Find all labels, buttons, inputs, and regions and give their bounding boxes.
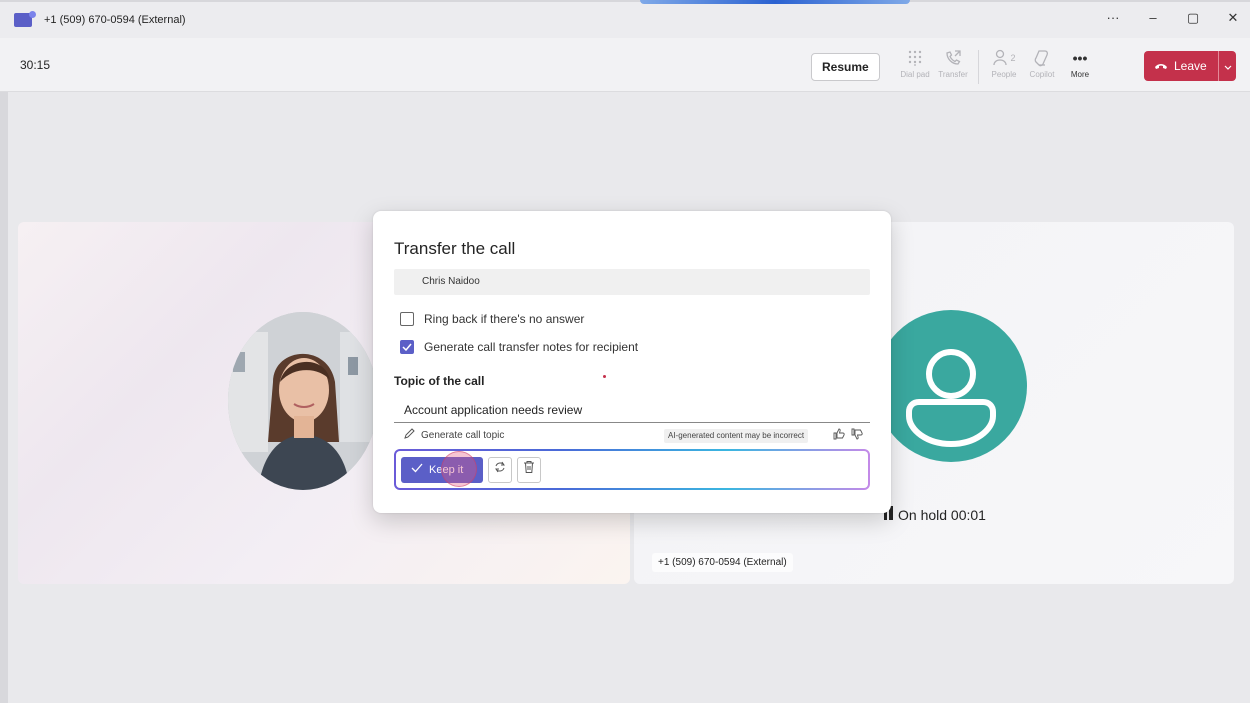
leave-label: Leave bbox=[1174, 59, 1207, 73]
leave-button[interactable]: Leave bbox=[1144, 59, 1218, 73]
people-button[interactable]: 2 People bbox=[985, 46, 1023, 84]
click-indicator bbox=[441, 450, 477, 487]
participant-video-avatar bbox=[228, 312, 378, 490]
dialpad-button[interactable]: Dial pad bbox=[896, 46, 934, 84]
generate-notes-label: Generate call transfer notes for recipie… bbox=[424, 340, 639, 354]
dialpad-label: Dial pad bbox=[900, 70, 930, 79]
resume-button[interactable]: Resume bbox=[811, 53, 880, 81]
window-more-button[interactable]: ··· bbox=[1106, 10, 1120, 26]
recipient-field[interactable]: Chris Naidoo bbox=[394, 269, 870, 295]
window-controls: ··· – ▢ ✕ bbox=[1106, 10, 1240, 26]
thumbs-down-icon[interactable] bbox=[851, 427, 863, 445]
close-button[interactable]: ✕ bbox=[1226, 10, 1240, 26]
teams-logo-icon bbox=[14, 11, 36, 27]
dialpad-icon bbox=[908, 46, 922, 70]
more-icon: ••• bbox=[1072, 50, 1088, 66]
generate-notes-checkbox[interactable] bbox=[400, 340, 414, 354]
left-edge bbox=[0, 92, 8, 703]
title-bar-accent bbox=[640, 0, 910, 4]
transfer-dialog: Transfer the call Chris Naidoo Ring back… bbox=[373, 211, 891, 513]
leave-options-button[interactable] bbox=[1218, 51, 1236, 81]
more-button[interactable]: ••• More bbox=[1061, 46, 1099, 84]
delete-button[interactable] bbox=[517, 456, 541, 483]
feedback-buttons bbox=[833, 427, 863, 445]
participant-name-label: +1 (509) 670-0594 (External) bbox=[652, 553, 793, 572]
toolbar-divider bbox=[978, 50, 979, 84]
copilot-button[interactable]: Copilot bbox=[1023, 46, 1061, 84]
call-toolbar: 30:15 Resume Dial pad Transfer 2 People … bbox=[0, 38, 1250, 92]
minimize-button[interactable]: – bbox=[1146, 10, 1160, 26]
people-count: 2 bbox=[1010, 53, 1016, 63]
call-timer: 30:15 bbox=[20, 58, 51, 72]
required-indicator bbox=[603, 375, 606, 378]
people-label: People bbox=[991, 70, 1017, 79]
keep-it-button[interactable]: Keep it bbox=[401, 450, 483, 487]
checkmark-icon bbox=[402, 343, 412, 351]
checkmark-icon bbox=[411, 463, 423, 476]
copilot-icon bbox=[1033, 46, 1051, 70]
ring-back-option[interactable]: Ring back if there's no answer bbox=[400, 312, 584, 326]
person-icon bbox=[906, 349, 996, 448]
ai-suggestion-actions-inner: Keep it bbox=[396, 450, 868, 488]
hold-status: On hold 00:01 bbox=[884, 506, 986, 523]
thumbs-up-icon[interactable] bbox=[833, 427, 845, 445]
copilot-label: Copilot bbox=[1029, 70, 1055, 79]
transfer-label: Transfer bbox=[938, 70, 968, 79]
ring-back-label: Ring back if there's no answer bbox=[424, 312, 585, 326]
dialog-title: Transfer the call bbox=[394, 239, 516, 258]
transfer-icon bbox=[944, 46, 962, 70]
maximize-button[interactable]: ▢ bbox=[1186, 10, 1200, 26]
refresh-icon bbox=[494, 460, 506, 479]
transfer-button[interactable]: Transfer bbox=[934, 46, 972, 84]
ring-back-checkbox[interactable] bbox=[400, 312, 414, 326]
people-icon: 2 bbox=[992, 46, 1016, 70]
generate-topic-label: Generate call topic bbox=[421, 430, 505, 441]
leave-button-group: Leave bbox=[1144, 51, 1236, 81]
topic-label: Topic of the call bbox=[394, 374, 485, 388]
external-participant-avatar bbox=[875, 310, 1027, 462]
hang-up-icon bbox=[1154, 59, 1168, 73]
generate-notes-option[interactable]: Generate call transfer notes for recipie… bbox=[400, 340, 638, 354]
hold-status-text: On hold 00:01 bbox=[898, 506, 986, 523]
title-bar: +1 (509) 670-0594 (External) ··· – ▢ ✕ bbox=[0, 0, 1250, 38]
window-title: +1 (509) 670-0594 (External) bbox=[44, 14, 186, 26]
call-controls: Dial pad Transfer 2 People Copilot ••• M… bbox=[896, 46, 1099, 84]
ai-disclaimer: AI-generated content may be incorrect bbox=[664, 429, 809, 443]
regenerate-button[interactable] bbox=[488, 456, 512, 483]
generate-topic-button[interactable]: Generate call topic bbox=[403, 428, 504, 443]
pencil-icon bbox=[403, 428, 415, 443]
trash-icon bbox=[523, 460, 535, 479]
ai-suggestion-actions: Keep it bbox=[394, 449, 870, 490]
more-label: More bbox=[1070, 70, 1090, 79]
chevron-down-icon bbox=[1224, 57, 1232, 75]
topic-input[interactable]: Account application needs review bbox=[394, 398, 870, 423]
